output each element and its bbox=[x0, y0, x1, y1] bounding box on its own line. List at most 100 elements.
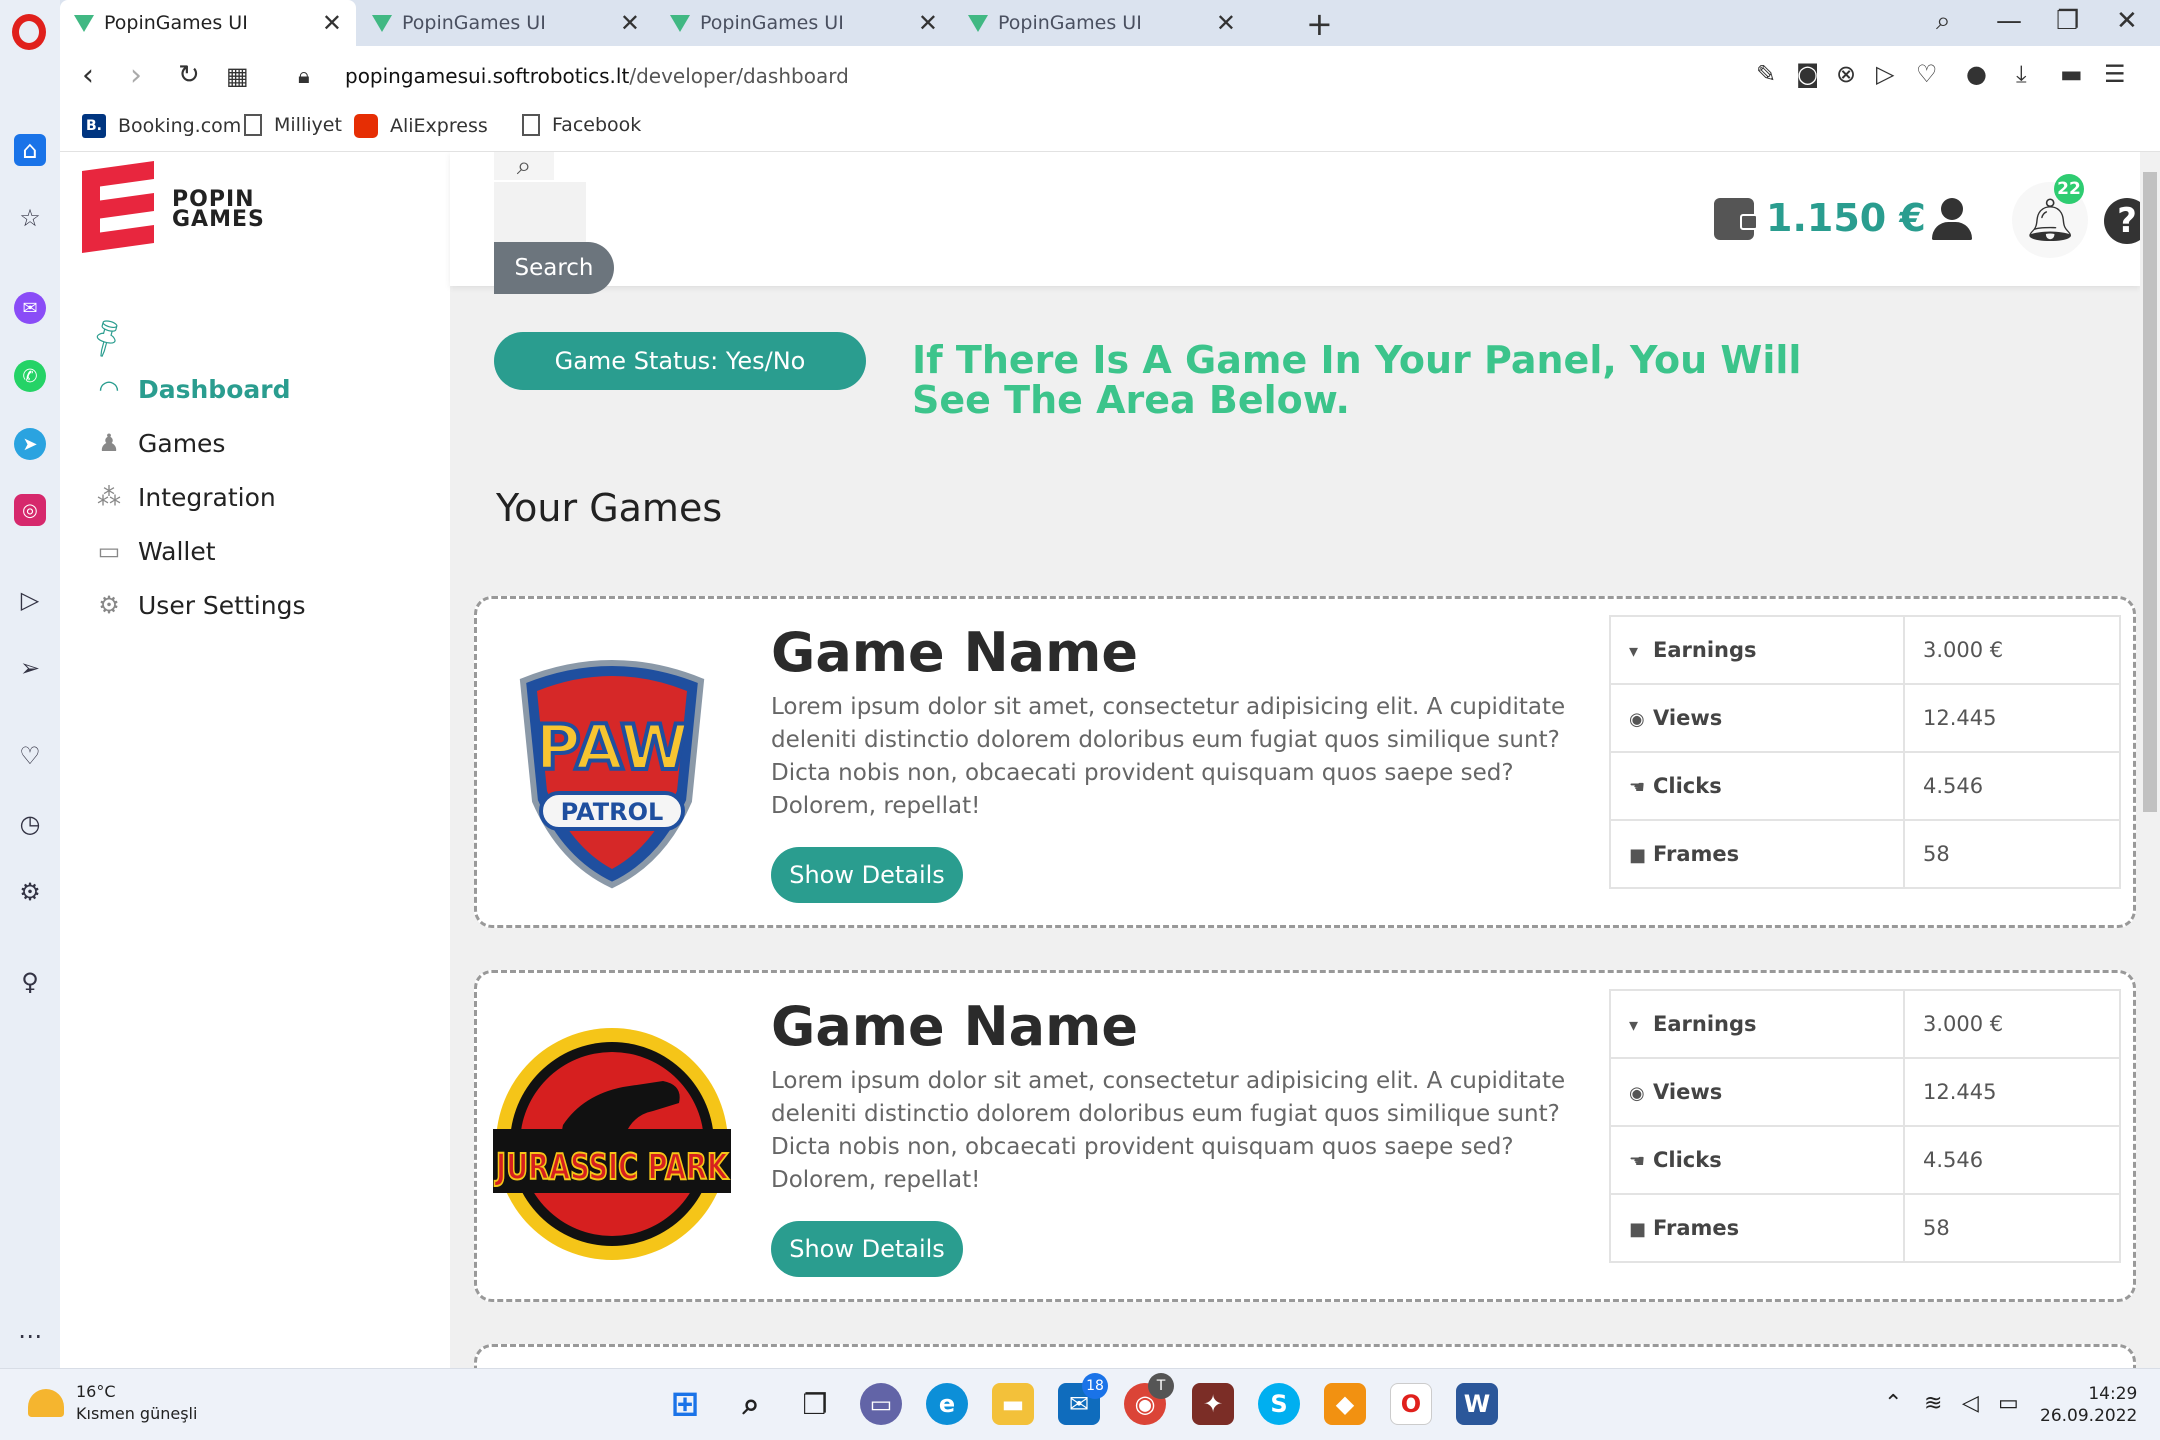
wallet-icon[interactable] bbox=[1714, 198, 1758, 240]
home-icon[interactable]: ⌂ bbox=[14, 134, 46, 166]
stat-label: Views bbox=[1653, 1080, 1723, 1104]
help-icon[interactable]: ? bbox=[2104, 198, 2140, 244]
search-tabs-icon[interactable]: ⌕ bbox=[1936, 6, 1951, 37]
opera-logo-icon[interactable] bbox=[12, 14, 46, 50]
whatsapp-icon[interactable]: ✆ bbox=[14, 360, 46, 392]
show-details-button[interactable]: Show Details bbox=[771, 1221, 963, 1277]
game-status-button[interactable]: Game Status: Yes/No bbox=[494, 332, 866, 390]
edge-icon[interactable]: e bbox=[926, 1383, 968, 1425]
new-tab-icon[interactable]: + bbox=[1306, 5, 1333, 43]
close-icon[interactable]: ✕ bbox=[620, 9, 640, 37]
game-card: JURASSIC PARK Game Name Lorem ipsum dolo… bbox=[474, 970, 2136, 1302]
camera-icon[interactable]: ◙ bbox=[1796, 60, 1819, 88]
sidebar-item-wallet[interactable]: ▭ Wallet bbox=[92, 536, 216, 566]
popin-games-logo[interactable]: POPIN GAMES bbox=[82, 160, 292, 254]
square-icon: ■ bbox=[1629, 1219, 1647, 1240]
scrollbar-thumb[interactable] bbox=[2143, 172, 2157, 812]
url-field[interactable]: popingamesui.softrobotics.lt/developer/d… bbox=[345, 64, 849, 88]
more-icon[interactable]: ⋯ bbox=[14, 1320, 46, 1352]
forward-icon[interactable]: › bbox=[130, 58, 142, 93]
weather-widget[interactable]: 16°C Kısmen güneşli bbox=[28, 1381, 197, 1425]
bookmark-label: Milliyet bbox=[274, 114, 342, 136]
sidebar-item-dashboard[interactable]: ◠ Dashboard bbox=[92, 374, 291, 404]
word-icon[interactable]: W bbox=[1456, 1383, 1498, 1425]
bookmark-milliyet[interactable]: Milliyet bbox=[244, 114, 342, 136]
browser-tab[interactable]: PopinGames UI ✕ bbox=[60, 0, 356, 46]
search-button[interactable]: Search bbox=[494, 242, 614, 294]
chrome-profile-badge: T bbox=[1148, 1373, 1174, 1399]
lightbulb-icon[interactable]: ♀ bbox=[14, 966, 46, 998]
bookmark-booking[interactable]: B. Booking.com bbox=[82, 114, 241, 138]
battery-icon[interactable]: ▬ bbox=[2060, 60, 2083, 88]
download-icon[interactable]: ⤓ bbox=[2016, 60, 2027, 88]
sidebar-item-user-settings[interactable]: ⚙ User Settings bbox=[92, 590, 305, 620]
adblock-icon[interactable]: ⊗ bbox=[1836, 60, 1856, 88]
square-icon: ■ bbox=[1629, 845, 1647, 866]
teams-chat-icon[interactable]: ▭ bbox=[860, 1383, 902, 1425]
bookmark-facebook[interactable]: Facebook bbox=[522, 114, 641, 136]
bookmark-label: Facebook bbox=[552, 114, 642, 136]
browser-tab[interactable]: PopinGames UI ✕ bbox=[358, 0, 654, 46]
bookmark-aliexpress[interactable]: AliExpress bbox=[354, 114, 488, 138]
heart-icon[interactable]: ♡ bbox=[1916, 60, 1938, 88]
file-explorer-icon[interactable]: ▬ bbox=[992, 1383, 1034, 1425]
flow-icon[interactable]: ▷ bbox=[1876, 60, 1894, 88]
easy-setup-icon[interactable]: ☰ bbox=[2104, 60, 2126, 88]
opera-icon[interactable]: O bbox=[1390, 1383, 1432, 1425]
sidebar-item-games[interactable]: ♟ Games bbox=[92, 428, 225, 458]
system-clock[interactable]: 14:29 26.09.2022 bbox=[2040, 1383, 2137, 1427]
heart-icon[interactable]: ♡ bbox=[14, 740, 46, 772]
telegram-icon[interactable]: ➤ bbox=[14, 428, 46, 460]
send-icon[interactable]: ➢ bbox=[14, 652, 46, 684]
search-icon[interactable]: ⌕ bbox=[730, 1383, 772, 1425]
star-icon[interactable]: ☆ bbox=[14, 202, 46, 234]
close-icon[interactable]: ✕ bbox=[322, 9, 342, 37]
time: 14:29 bbox=[2088, 1384, 2138, 1404]
stat-label: Clicks bbox=[1653, 1148, 1722, 1172]
page-scrollbar[interactable] bbox=[2140, 152, 2160, 1368]
back-icon[interactable]: ‹ bbox=[82, 58, 94, 93]
game-app-icon[interactable]: ✦ bbox=[1192, 1383, 1234, 1425]
profile-icon[interactable]: ● bbox=[1966, 60, 1987, 88]
close-window-icon[interactable]: ✕ bbox=[2116, 6, 2138, 36]
stat-label: Earnings bbox=[1653, 638, 1757, 662]
battery-icon[interactable]: ▭ bbox=[1998, 1391, 2019, 1416]
table-row: ▾ Earnings 3.000 € bbox=[1609, 989, 2121, 1059]
search-input[interactable] bbox=[494, 182, 586, 242]
stat-label: Frames bbox=[1653, 1216, 1740, 1240]
wifi-icon[interactable]: ≋ bbox=[1924, 1391, 1942, 1416]
skype-icon[interactable]: S bbox=[1258, 1383, 1300, 1425]
sublime-icon[interactable]: ◆ bbox=[1324, 1383, 1366, 1425]
minimize-icon[interactable]: — bbox=[1996, 6, 2022, 36]
sidebar-item-label: Integration bbox=[138, 482, 276, 512]
browser-tab[interactable]: PopinGames UI ✕ bbox=[656, 0, 952, 46]
tray-chevron-icon[interactable]: ⌃ bbox=[1884, 1391, 1902, 1416]
show-details-button[interactable]: Show Details bbox=[771, 847, 963, 903]
browser-tab[interactable]: PopinGames UI ✕ bbox=[954, 0, 1250, 46]
close-icon[interactable]: ✕ bbox=[918, 9, 938, 37]
instagram-icon[interactable]: ◎ bbox=[14, 494, 46, 526]
task-view-icon[interactable]: ❐ bbox=[794, 1383, 836, 1425]
volume-icon[interactable]: ◁ bbox=[1962, 1391, 1979, 1416]
app-header: ⌕ Search 1.150 € 🔔︎ 22 ? bbox=[450, 152, 2140, 294]
windows-start-icon[interactable]: ⊞ bbox=[664, 1383, 706, 1425]
search-icon[interactable]: ⌕ bbox=[494, 152, 554, 181]
stat-value: 12.445 bbox=[1903, 683, 2121, 753]
game-card bbox=[474, 1344, 2136, 1368]
notice-text: If There Is A Game In Your Panel, You Wi… bbox=[912, 338, 1802, 422]
user-icon[interactable] bbox=[1930, 198, 1974, 242]
edit-icon[interactable]: ✎ bbox=[1756, 60, 1776, 88]
sidebar-item-label: Wallet bbox=[138, 536, 216, 566]
maximize-icon[interactable]: ❐ bbox=[2056, 6, 2079, 36]
reload-icon[interactable]: ↻ bbox=[178, 60, 200, 90]
sidebar-item-integration[interactable]: ⁂ Integration bbox=[92, 482, 276, 512]
table-row: ▾ Earnings 3.000 € bbox=[1609, 615, 2121, 685]
table-row: ☚ Clicks 4.546 bbox=[1609, 1125, 2121, 1195]
settings-icon[interactable]: ⚙ bbox=[14, 876, 46, 908]
messenger-icon[interactable]: ✉ bbox=[14, 292, 46, 324]
tabs-grid-icon[interactable]: ▦ bbox=[226, 62, 249, 90]
pin-icon[interactable]: 📌︎ bbox=[82, 313, 132, 362]
player-icon[interactable]: ▷ bbox=[14, 584, 46, 616]
history-icon[interactable]: ◷ bbox=[14, 808, 46, 840]
close-icon[interactable]: ✕ bbox=[1216, 9, 1236, 37]
